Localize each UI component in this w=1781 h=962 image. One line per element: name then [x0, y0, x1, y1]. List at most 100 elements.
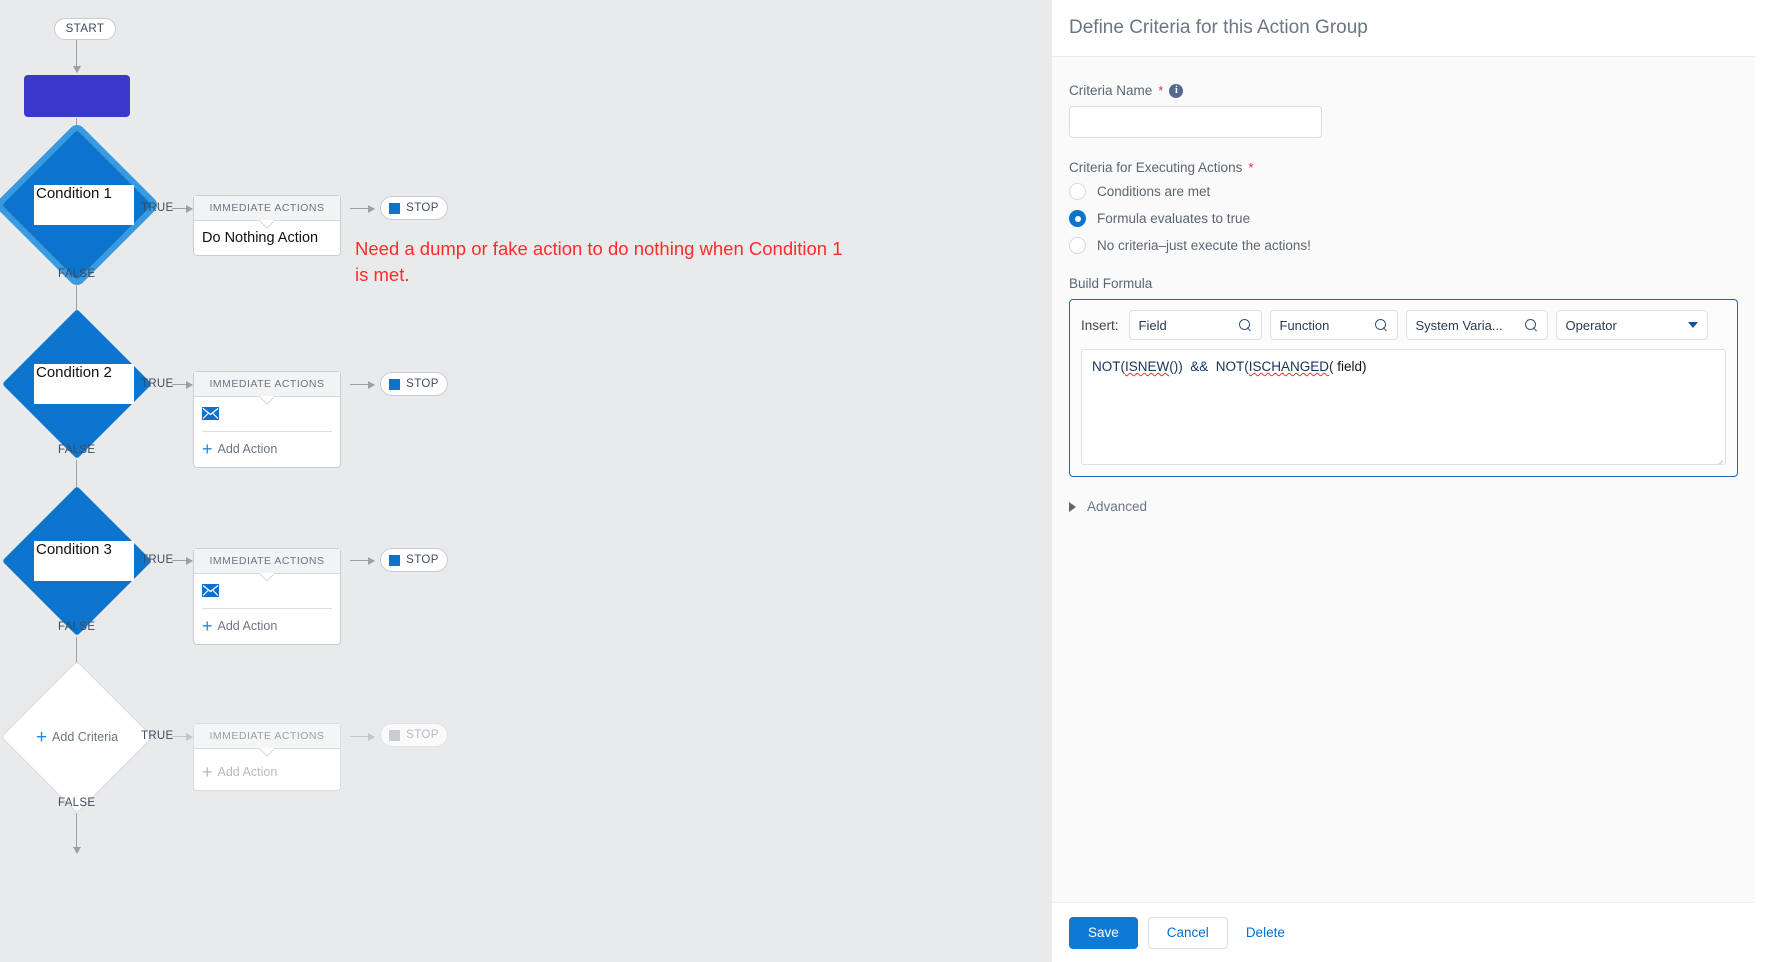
insert-operator-dropdown[interactable]: Operator — [1555, 310, 1708, 340]
envelope-icon-3 — [202, 584, 219, 597]
criteria-label-1: Condition 1 — [34, 185, 134, 225]
resize-handle[interactable] — [1713, 452, 1724, 464]
start-label: START — [65, 23, 105, 35]
object-node[interactable] — [24, 75, 130, 117]
radio-icon-no-criteria[interactable] — [1069, 237, 1086, 254]
arrow-true-2 — [172, 380, 193, 389]
arrow-to-stop-2 — [350, 380, 375, 389]
stop-badge-1[interactable]: STOP — [380, 196, 448, 220]
search-icon-system-variable — [1524, 318, 1538, 332]
action-card-header-3: IMMEDIATE ACTIONS — [194, 549, 340, 574]
insert-system-variable-picker[interactable]: System Varia... — [1405, 310, 1548, 340]
criteria-name-input[interactable] — [1069, 106, 1322, 138]
action-item-2[interactable] — [202, 403, 332, 431]
save-button[interactable]: Save — [1069, 916, 1138, 949]
stop-label-1: STOP — [406, 202, 439, 214]
formula-part-1: ISNEW — [1125, 359, 1170, 374]
page-title: Define Criteria for this Action Group — [1069, 17, 1368, 38]
branch-false-4: FALSE — [58, 797, 96, 809]
stop-square-icon-1 — [389, 202, 401, 214]
stop-badge-4[interactable]: STOP — [380, 723, 448, 747]
action-card-header-4: IMMEDIATE ACTIONS — [194, 724, 340, 749]
branch-false-1: FALSE — [58, 268, 96, 280]
add-action-button-4[interactable]: + Add Action — [202, 755, 332, 790]
action-card-4[interactable]: IMMEDIATE ACTIONS + Add Action — [193, 723, 341, 791]
criteria-for-executing-label-text: Criteria for Executing Actions — [1069, 160, 1243, 175]
process-builder-screen: START Condition 1 TRUE FALSE IMMEDIATE A… — [0, 0, 1781, 962]
panel-body: Criteria Name * i Criteria for Executing… — [1052, 57, 1755, 514]
criteria-name-label-text: Criteria Name — [1069, 83, 1153, 98]
action-card-body-2: + Add Action — [194, 397, 340, 467]
criteria-label-3: Condition 3 — [34, 541, 134, 581]
stop-square-icon-3 — [389, 554, 401, 566]
branch-false-3: FALSE — [58, 621, 96, 633]
required-mark-criteria-exec: * — [1248, 160, 1254, 175]
formula-part-3: ISCHANGED — [1248, 359, 1330, 374]
criteria-node-2[interactable]: Condition 2 — [2, 309, 152, 459]
insert-toolbar: Insert: Field Function System Varia... O… — [1081, 310, 1726, 340]
info-icon[interactable]: i — [1169, 83, 1184, 98]
cancel-button[interactable]: Cancel — [1147, 916, 1228, 949]
criteria-node-3[interactable]: Condition 3 — [2, 486, 152, 636]
action-card-2[interactable]: IMMEDIATE ACTIONS + Add Action — [193, 371, 341, 468]
start-node[interactable]: START — [54, 18, 116, 40]
action-card-3[interactable]: IMMEDIATE ACTIONS + Add Action — [193, 548, 341, 645]
process-canvas[interactable]: START Condition 1 TRUE FALSE IMMEDIATE A… — [0, 0, 1052, 962]
formula-text: NOT(ISNEW()) && NOT(ISCHANGED( field) — [1092, 358, 1715, 376]
radio-icon-conditions-are-met[interactable] — [1069, 183, 1086, 200]
criteria-panel: Define Criteria for this Action Group Cr… — [1052, 0, 1755, 962]
plus-icon-4: + — [202, 762, 213, 782]
add-action-button-3[interactable]: + Add Action — [202, 609, 332, 644]
chevron-right-icon — [1069, 501, 1076, 512]
insert-field-picker[interactable]: Field — [1128, 310, 1262, 340]
action-item-3[interactable] — [202, 580, 332, 608]
radio-option-conditions-are-met[interactable]: Conditions are met — [1069, 183, 1738, 200]
action-item-1[interactable]: Do Nothing Action — [202, 227, 332, 255]
build-formula-label: Build Formula — [1069, 276, 1738, 291]
stop-square-icon-2 — [389, 378, 401, 390]
radio-label-formula-evaluates-to-true: Formula evaluates to true — [1097, 211, 1251, 226]
formula-textarea[interactable]: NOT(ISNEW()) && NOT(ISCHANGED( field) — [1081, 349, 1726, 465]
insert-function-label: Function — [1279, 317, 1330, 333]
search-icon-field — [1238, 318, 1252, 332]
radio-option-no-criteria[interactable]: No criteria–just execute the actions! — [1069, 237, 1738, 254]
insert-system-variable-label: System Varia... — [1415, 317, 1503, 333]
branch-true-3: TRUE — [141, 554, 174, 566]
add-criteria-button[interactable]: + Add Criteria — [24, 684, 130, 790]
insert-operator-label: Operator — [1565, 317, 1617, 333]
connector-start-to-object — [72, 40, 81, 73]
arrow-to-stop-1 — [350, 204, 375, 213]
action-card-header-1: IMMEDIATE ACTIONS — [194, 196, 340, 221]
add-action-label-4: Add Action — [217, 765, 278, 779]
formula-part-5: field) — [1333, 359, 1367, 374]
arrow-true-1 — [172, 204, 193, 213]
radio-label-conditions-are-met: Conditions are met — [1097, 184, 1211, 199]
plus-icon-3: + — [202, 616, 213, 636]
plus-icon-add-criteria: + — [35, 726, 48, 748]
criteria-node-1[interactable]: Condition 1 — [2, 130, 152, 280]
panel-header: Define Criteria for this Action Group — [1052, 0, 1755, 57]
radio-option-formula-evaluates-to-true[interactable]: Formula evaluates to true — [1069, 210, 1738, 227]
stop-label-2: STOP — [406, 378, 439, 390]
add-criteria-label: Add Criteria — [52, 730, 119, 744]
radio-icon-formula-evaluates-to-true[interactable] — [1069, 210, 1086, 227]
add-action-button-2[interactable]: + Add Action — [202, 432, 332, 467]
insert-function-picker[interactable]: Function — [1269, 310, 1398, 340]
delete-button[interactable]: Delete — [1238, 917, 1293, 949]
criteria-label-2: Condition 2 — [34, 364, 134, 404]
formula-part-2: ()) && NOT( — [1169, 359, 1249, 374]
action-card-notch-1 — [259, 220, 275, 229]
add-criteria-node[interactable]: + Add Criteria — [2, 662, 152, 812]
advanced-toggle[interactable]: Advanced — [1069, 499, 1738, 514]
envelope-icon-2 — [202, 407, 219, 420]
radio-label-no-criteria: No criteria–just execute the actions! — [1097, 238, 1311, 253]
action-card-notch-2 — [259, 396, 275, 405]
stop-badge-2[interactable]: STOP — [380, 372, 448, 396]
action-card-body-3: + Add Action — [194, 574, 340, 644]
action-card-1[interactable]: IMMEDIATE ACTIONS Do Nothing Action — [193, 195, 341, 256]
action-card-header-2: IMMEDIATE ACTIONS — [194, 372, 340, 397]
add-action-label-2: Add Action — [217, 442, 278, 456]
action-card-notch-4 — [259, 748, 275, 757]
stop-badge-3[interactable]: STOP — [380, 548, 448, 572]
panel-footer: Save Cancel Delete — [1052, 902, 1755, 962]
